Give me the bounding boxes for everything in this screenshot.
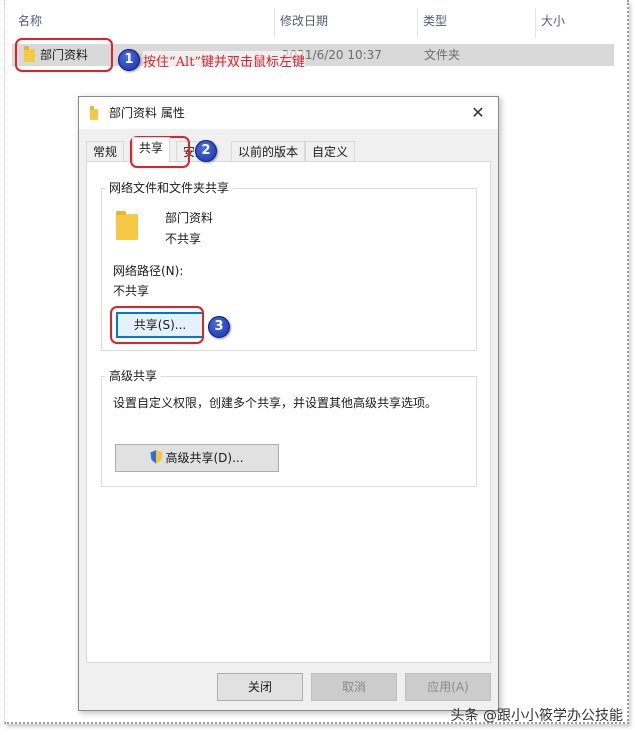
- highlight-box-1: [15, 38, 113, 72]
- network-share-group-title: 网络文件和文件夹共享: [105, 179, 234, 196]
- network-path-value: 不共享: [113, 284, 150, 298]
- share-status: 不共享: [165, 232, 202, 246]
- tab-customize[interactable]: 自定义: [305, 141, 356, 162]
- watermark: 头条 @跟小小筱学办公技能: [450, 708, 623, 724]
- shared-folder-name: 部门资料: [165, 211, 214, 225]
- step-badge-3: 3: [208, 316, 230, 338]
- close-icon[interactable]: ✕: [458, 97, 498, 129]
- column-name[interactable]: 名称: [12, 8, 42, 34]
- dialog-titlebar[interactable]: 部门资料 属性 ✕: [79, 97, 498, 129]
- dialog-title: 部门资料 属性: [109, 106, 185, 120]
- step-1-instruction: 按住“Alt”键并双击鼠标左键: [143, 51, 306, 70]
- explorer-column-header: 名称 修改日期 类型 大小: [12, 8, 612, 38]
- shield-icon: [150, 450, 163, 464]
- advanced-share-button[interactable]: 高级共享(D)...: [115, 444, 279, 472]
- step-badge-1: 1: [118, 49, 140, 71]
- sharing-tab-panel: 网络文件和文件夹共享 部门资料 不共享 网络路径(N): 不共享 共享(S)..…: [86, 161, 491, 663]
- apply-button[interactable]: 应用(A): [405, 673, 491, 701]
- advanced-share-button-label: 高级共享(D)...: [165, 451, 244, 465]
- file-type: 文件夹: [424, 48, 461, 62]
- column-modified[interactable]: 修改日期: [274, 8, 328, 34]
- advanced-share-description: 设置自定义权限，创建多个共享，并设置其他高级共享选项。: [113, 396, 438, 410]
- column-type[interactable]: 类型: [417, 8, 447, 34]
- folder-icon: [116, 211, 138, 240]
- network-path-label: 网络路径(N):: [113, 264, 184, 278]
- advanced-share-group-title: 高级共享: [105, 367, 162, 384]
- folder-icon: [90, 106, 98, 120]
- highlight-box-3: [110, 306, 204, 344]
- cancel-button[interactable]: 取消: [311, 673, 397, 701]
- column-size[interactable]: 大小: [535, 8, 565, 34]
- close-button[interactable]: 关闭: [217, 673, 303, 701]
- tab-sharing[interactable]: 共享: [132, 137, 171, 163]
- tab-previous-versions[interactable]: 以前的版本: [231, 141, 306, 162]
- step-badge-2: 2: [195, 140, 217, 162]
- tab-general[interactable]: 常规: [86, 141, 125, 162]
- properties-dialog: 部门资料 属性 ✕ 常规 共享 安全 以前的版本 自定义 网络文件和文件夹共享 …: [78, 96, 499, 711]
